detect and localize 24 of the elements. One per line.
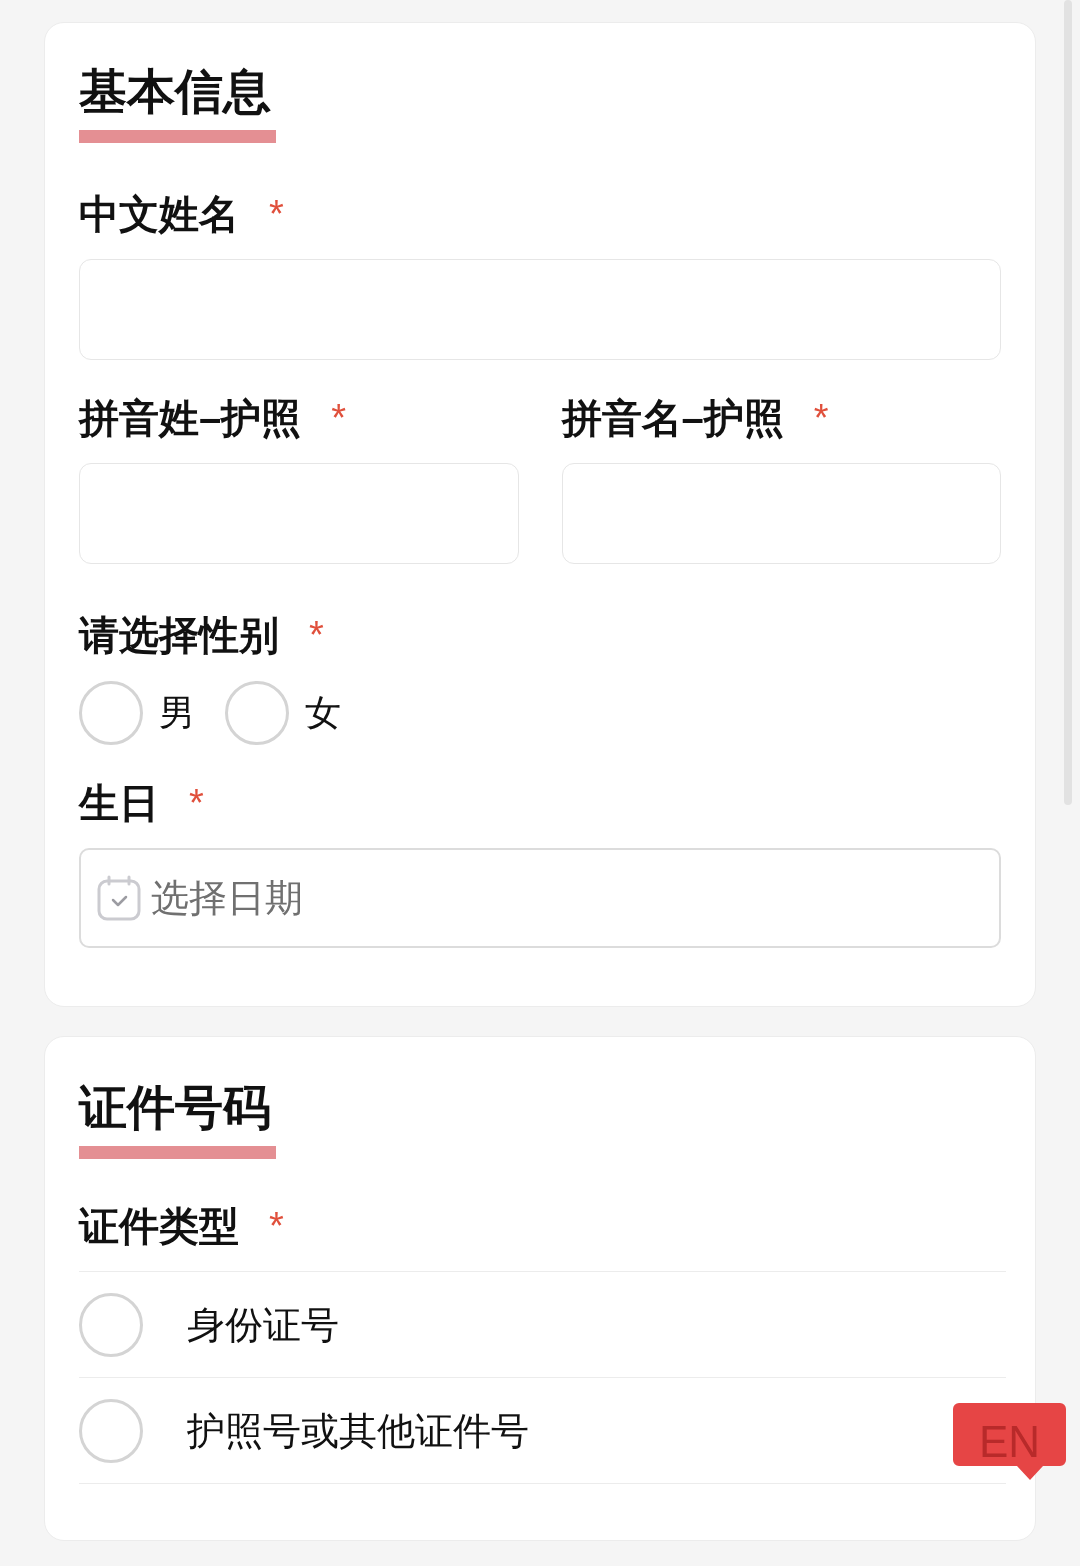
input-field[interactable] [561,463,1001,564]
option-label: 女 [305,691,341,735]
option-label: 身份证号 [187,1302,339,1348]
required-mark: * [813,396,829,441]
required-mark: * [269,1204,284,1249]
input-field[interactable] [79,463,519,564]
input-field[interactable] [79,259,1001,360]
placeholder-text: 选择日期 [151,876,303,921]
required-mark: * [189,781,204,826]
field-label: 拼音名–护照 [561,395,784,442]
field-label: 证件类型 [79,1203,239,1250]
section-title: 证件号码 [79,1080,271,1136]
required-mark: * [331,396,347,441]
section-title: 基本信息 [79,64,271,120]
option-label: 男 [159,691,195,735]
calendar-icon [97,875,141,921]
required-mark: * [269,192,284,237]
field-label: 中文姓名 [79,191,239,238]
option-label: 护照号或其他证件号 [187,1408,529,1454]
date-field[interactable]: 选择日期 [79,848,1001,948]
field-label: 请选择性别 [79,612,279,659]
field-label: 拼音姓–护照 [79,395,302,442]
field-label: 生日 [79,780,159,827]
required-mark: * [309,613,324,658]
